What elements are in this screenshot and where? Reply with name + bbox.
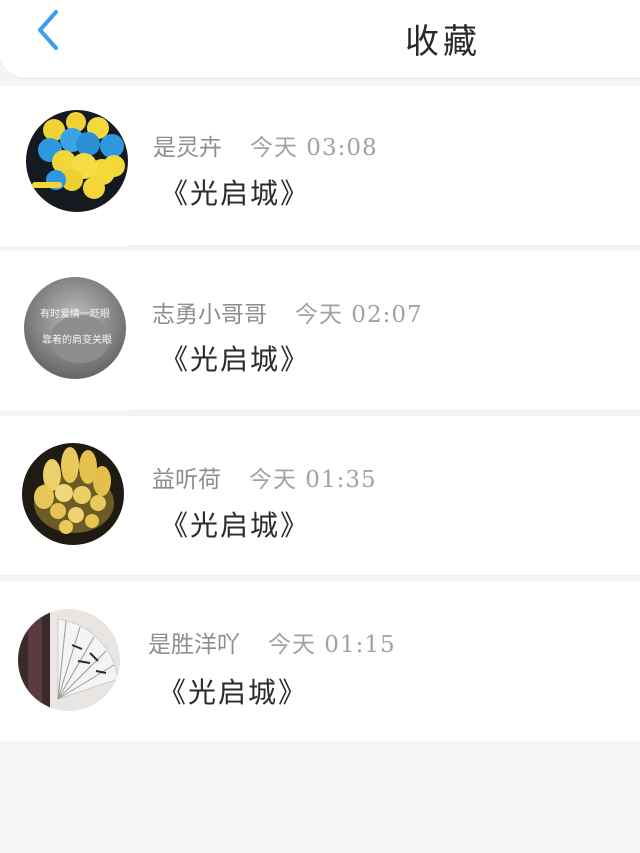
timestamp: 今天 01:35 xyxy=(249,467,377,493)
item-meta: 志勇小哥哥 今天 02:07 xyxy=(152,295,423,329)
folding-fan-avatar xyxy=(18,609,120,711)
author-name[interactable]: 是灵卉 xyxy=(153,135,222,161)
timestamp: 今天 01:15 xyxy=(268,632,396,658)
favorite-content[interactable]: 《光启城》 xyxy=(158,671,308,711)
item-meta: 是胜洋吖 今天 01:15 xyxy=(148,625,396,659)
favorite-item[interactable]: 是胜洋吖 今天 01:15 《光启城》 xyxy=(0,581,640,741)
author-name[interactable]: 益听荷 xyxy=(152,467,221,493)
author-name[interactable]: 是胜洋吖 xyxy=(148,632,240,658)
favorite-content[interactable]: 《光启城》 xyxy=(160,338,310,378)
divider xyxy=(0,575,640,576)
chevron-left-icon xyxy=(38,10,58,50)
timestamp: 今天 03:08 xyxy=(250,135,378,161)
yellow-flowers-avatar xyxy=(22,443,124,545)
avatar-text-1: 有时爱情一眨眼 xyxy=(40,307,110,320)
favorite-content[interactable]: 《光启城》 xyxy=(160,172,310,212)
favorite-item[interactable]: 有时爱情一眨眼 靠着的肩变关眼 志勇小哥哥 今天 02:07 《光启城》 xyxy=(0,251,640,411)
favorite-item[interactable]: 是灵卉 今天 03:08 《光启城》 xyxy=(0,86,640,246)
text-photo-avatar: 有时爱情一眨眼 靠着的肩变关眼 xyxy=(24,277,126,379)
favorite-item[interactable]: 益听荷 今天 01:35 《光启城》 xyxy=(0,416,640,576)
back-button[interactable] xyxy=(28,6,72,54)
avatar-text-2: 靠着的肩变关眼 xyxy=(42,333,112,346)
favorite-content[interactable]: 《光启城》 xyxy=(160,504,310,544)
item-meta: 是灵卉 今天 03:08 xyxy=(153,128,378,162)
divider xyxy=(130,410,640,411)
balloons-avatar xyxy=(26,110,128,212)
author-name[interactable]: 志勇小哥哥 xyxy=(152,302,267,328)
top-bar: 收藏 xyxy=(0,0,640,79)
timestamp: 今天 02:07 xyxy=(295,302,423,328)
item-meta: 益听荷 今天 01:35 xyxy=(152,460,377,494)
empty-bottom-area xyxy=(0,748,640,853)
divider xyxy=(130,245,640,246)
page-title: 收藏 xyxy=(405,22,481,62)
